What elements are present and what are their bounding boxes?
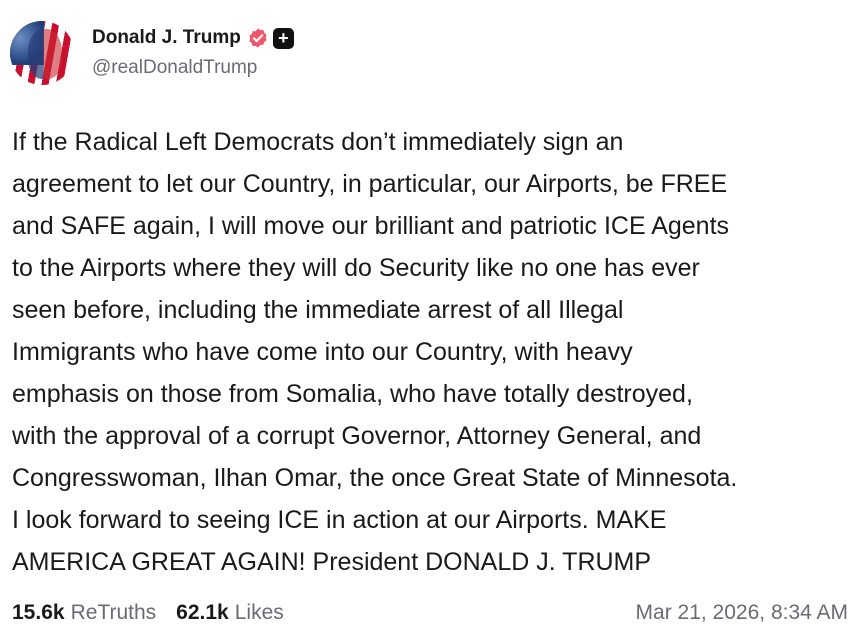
display-name[interactable]: Donald J. Trump <box>92 27 241 49</box>
retruths-label: ReTruths <box>70 601 157 624</box>
retruths-count: 15.6k <box>12 601 65 624</box>
plus-badge-icon: + <box>272 27 294 49</box>
likes-stat[interactable]: 62.1k Likes <box>176 601 284 625</box>
retruths-stat[interactable]: 15.6k ReTruths <box>12 601 156 625</box>
avatar-face <box>28 29 62 79</box>
avatar[interactable] <box>10 21 74 85</box>
verified-badge-icon <box>247 27 269 49</box>
likes-count: 62.1k <box>176 601 229 624</box>
post-text: If the Radical Left Democrats don’t imme… <box>12 128 738 576</box>
name-row: Donald J. Trump + <box>92 25 294 51</box>
user-handle[interactable]: @realDonaldTrump <box>92 57 294 79</box>
likes-label: Likes <box>234 601 284 624</box>
post-footer: 15.6k ReTruths 62.1k Likes Mar 21, 2026, 8… <box>12 598 848 628</box>
post-header: Donald J. Trump + @realDonaldTrump <box>10 21 294 85</box>
post-timestamp[interactable]: Mar 21, 2026, 8:34 AM <box>636 601 848 625</box>
author-identity: Donald J. Trump + @realDonaldTrump <box>92 25 294 79</box>
